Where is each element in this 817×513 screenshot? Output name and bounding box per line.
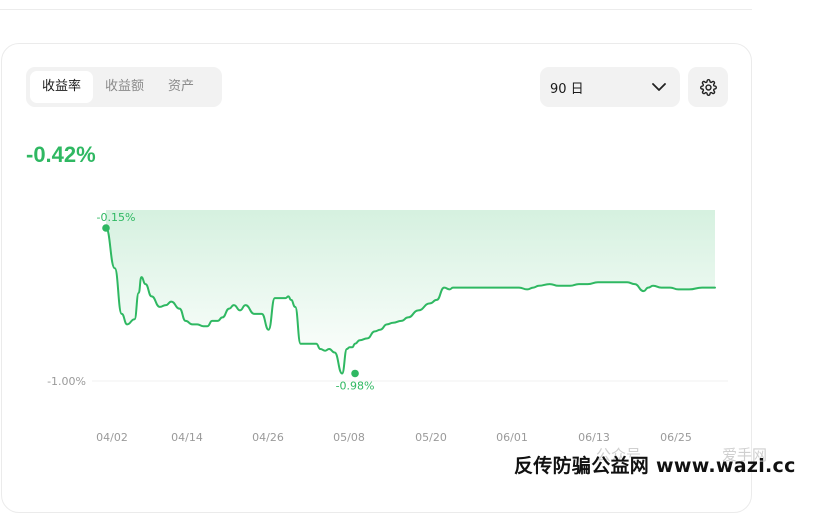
watermark-text: 反传防骗公益网 www.wazi.cc bbox=[514, 455, 796, 477]
x-tick-label: 06/13 bbox=[578, 431, 610, 444]
chart-max-label: -0.15% bbox=[97, 211, 136, 224]
x-tick-label: 06/25 bbox=[660, 431, 692, 444]
chart-min-label: -0.98% bbox=[336, 379, 375, 392]
chart-area-fill bbox=[106, 210, 715, 374]
x-tick-label: 04/26 bbox=[252, 431, 284, 444]
return-chart: -0.15% -0.98% -1.00% 04/02 04/14 04/26 0… bbox=[47, 210, 728, 444]
x-tick-label: 06/01 bbox=[496, 431, 528, 444]
chart-min-marker bbox=[351, 369, 359, 378]
x-tick-label: 04/02 bbox=[96, 431, 128, 444]
x-tick-label: 04/14 bbox=[171, 431, 203, 444]
x-tick-label: 05/20 bbox=[415, 431, 447, 444]
x-tick-label: 05/08 bbox=[333, 431, 365, 444]
y-tick-label: -1.00% bbox=[47, 375, 86, 388]
chart-max-marker bbox=[102, 224, 110, 232]
x-axis-ticks: 04/02 04/14 04/26 05/08 05/20 06/01 06/1… bbox=[96, 431, 692, 444]
